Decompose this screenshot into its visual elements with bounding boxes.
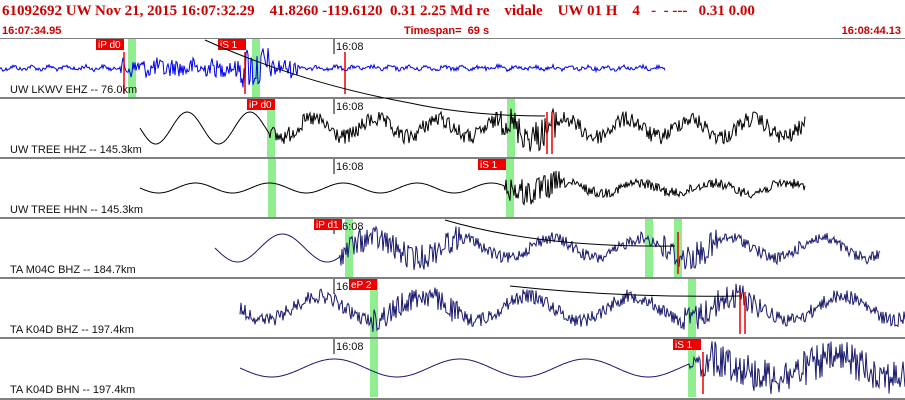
timespan-label: Timespan= 69 s [404,25,490,37]
channel-label: TA M04C BHZ -- 184.7km [10,264,136,276]
channel-label: UW TREE HHZ -- 145.3km [10,144,142,156]
time-label: 16:08 [336,101,364,113]
pick-label: iP d0 [249,100,272,111]
waveform-trace[interactable] [0,48,666,88]
channel-label: UW TREE HHN -- 145.3km [10,204,143,216]
event-title: 61092692 UW Nov 21, 2015 16:07:32.29 41.… [2,3,755,19]
pick-label: iS 1 [480,160,498,171]
time-label: 16:08 [336,341,364,353]
start-time: 16:07:34.95 [2,25,62,37]
pick-window[interactable] [645,219,653,277]
pick-label: iS 1 [220,40,238,51]
waveform-trace[interactable] [214,225,881,270]
traveltime-curve [409,102,546,117]
pick-label: iS 1 [675,340,693,351]
channel-label: TA K04D BHN -- 197.4km [10,384,135,396]
pick-window[interactable] [268,159,276,217]
pick-window[interactable] [370,339,378,397]
waveform-trace[interactable] [139,107,806,152]
seismogram-panel[interactable]: 16:08 iP d0 iS 1 UW LKWV EHZ -- 76.0km 16:08… [0,38,905,400]
pick-label: iP d1 [316,220,339,231]
pick-label: eP 2 [351,280,372,291]
time-label: 16:08 [336,161,364,173]
waveform-trace[interactable] [139,170,806,206]
pick-label: iP d0 [98,40,121,51]
end-time: 16:08:44.13 [841,25,901,37]
traveltime-curve [509,285,741,297]
channel-label: TA K04D BHZ -- 197.4km [10,324,134,336]
channel-label: UW LKWV EHZ -- 76.0km [10,84,137,96]
time-label: 16:08 [336,41,364,53]
